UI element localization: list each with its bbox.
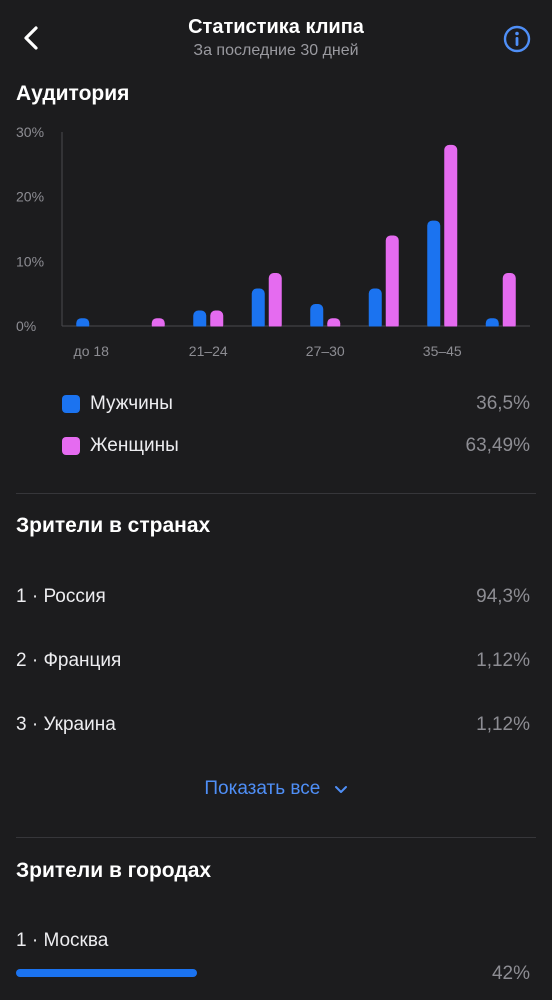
show-all-label: Показать все: [204, 778, 321, 799]
city-bar-track: [16, 969, 446, 977]
legend-swatch-men: [62, 395, 80, 413]
y-tick-label: 10%: [16, 253, 44, 269]
countries-title: Зрители в странах: [16, 514, 211, 537]
bar-men: [427, 220, 441, 330]
chevron-down-icon: [334, 785, 347, 793]
info-icon: [503, 25, 531, 53]
country-row: 3 · Украина 1,12%: [16, 714, 530, 744]
cities-title: Зрители в городах: [16, 859, 212, 882]
bar-men: [310, 304, 324, 330]
legend-value-men: 36,5%: [476, 393, 530, 414]
country-row: 1 · Россия 94,3%: [16, 586, 530, 616]
audience-bar-chart: 30% 20% 10% 0% до 18 21–24 27–30 35–45: [16, 124, 531, 359]
country-label: 1 · Россия: [16, 586, 106, 607]
legend-value-women: 63,49%: [465, 435, 530, 456]
divider: [16, 493, 536, 494]
x-tick-label: 35–45: [423, 343, 462, 359]
city-value: 42%: [491, 963, 530, 984]
baseline-mask: [63, 326, 531, 333]
country-label: 2 · Франция: [16, 650, 122, 671]
city-label: 1 · Москва: [16, 930, 109, 951]
y-tick-label: 30%: [16, 124, 44, 140]
bar-women: [385, 235, 399, 330]
top-bar: Статистика клипа За последние 30 дней: [0, 0, 552, 76]
legend-women: Женщины 63,49%: [62, 432, 530, 462]
show-all-button[interactable]: Показать все: [0, 778, 552, 800]
bar-women: [268, 272, 282, 330]
x-tick-label: 21–24: [189, 343, 228, 359]
country-value: 1,12%: [476, 714, 530, 735]
country-label: 3 · Украина: [16, 714, 116, 735]
city-share-bar: [16, 969, 197, 977]
x-tick-label: 27–30: [306, 343, 345, 359]
legend-label-men: Мужчины: [90, 393, 173, 414]
y-tick-label: 0%: [16, 318, 36, 334]
audience-title: Аудитория: [16, 82, 130, 105]
bar-women: [502, 272, 516, 330]
bar-women: [444, 144, 458, 330]
legend-men: Мужчины 36,5%: [62, 390, 530, 420]
divider: [16, 837, 536, 838]
page-title: Статистика клипа: [188, 16, 364, 38]
legend-label-women: Женщины: [90, 435, 179, 456]
city-row: 1 · Москва 42%: [16, 930, 530, 990]
y-tick-label: 20%: [16, 189, 44, 205]
legend-swatch-women: [62, 437, 80, 455]
country-row: 2 · Франция 1,12%: [16, 650, 530, 680]
bar-men: [251, 288, 265, 330]
country-value: 1,12%: [476, 650, 530, 671]
x-tick-label: до 18: [74, 343, 110, 359]
country-value: 94,3%: [476, 586, 530, 607]
page-subtitle: За последние 30 дней: [193, 42, 359, 59]
bar-men: [368, 288, 382, 330]
info-button[interactable]: [502, 24, 532, 54]
